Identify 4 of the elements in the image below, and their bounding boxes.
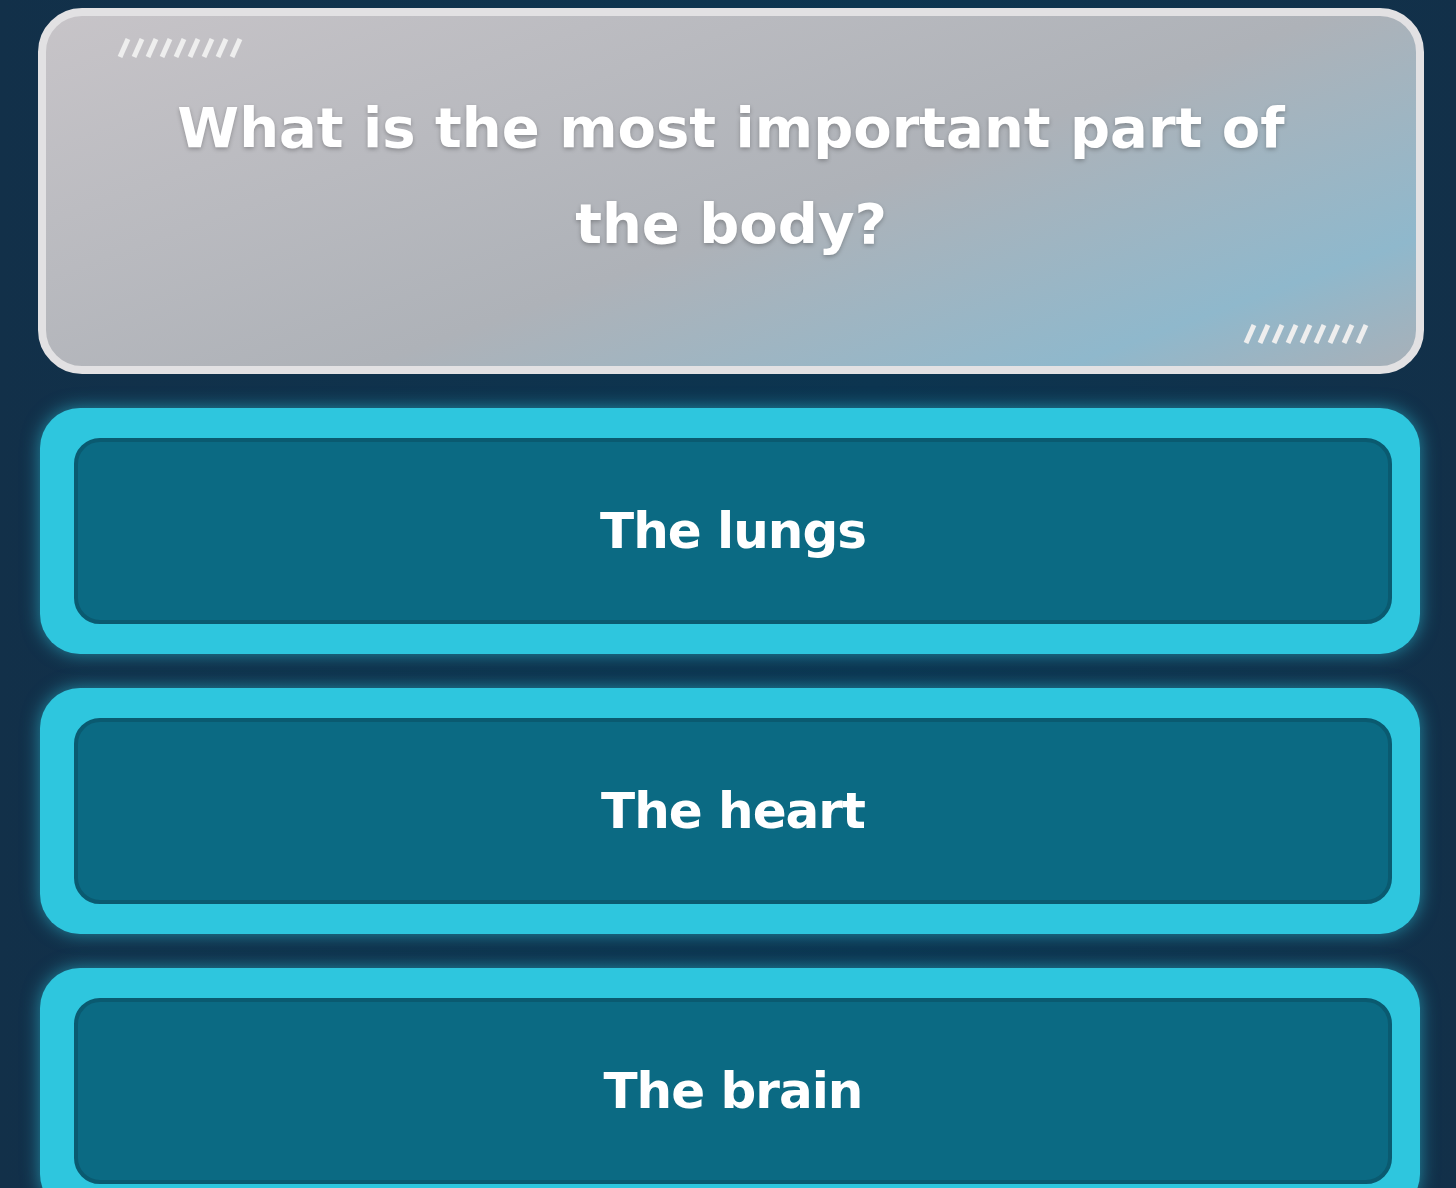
question-text: What is the most important part of the body? (176, 94, 1286, 258)
answer-button[interactable]: The heart (40, 688, 1420, 934)
answer-button[interactable]: The brain (40, 968, 1420, 1188)
answer-button[interactable]: The lungs (40, 408, 1420, 654)
